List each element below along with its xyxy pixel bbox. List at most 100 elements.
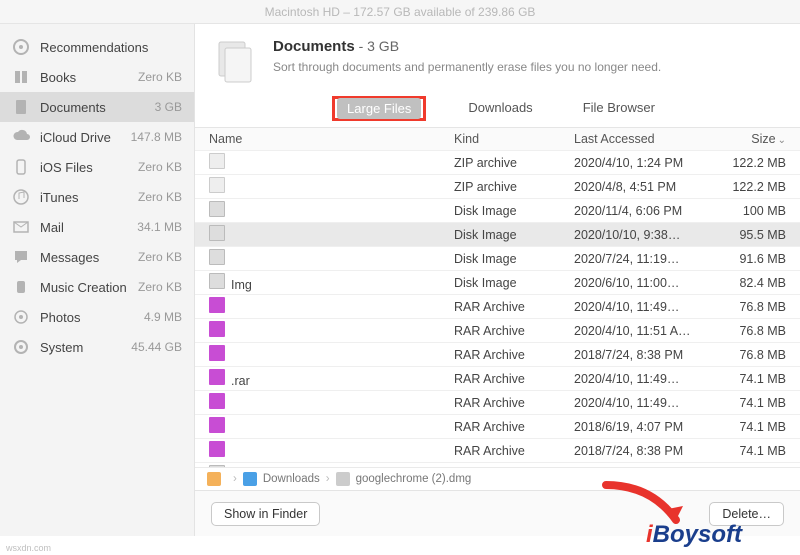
table-row[interactable]: ZIP archive2020/4/10, 1:24 PM122.2 MB [195,151,800,175]
table-row[interactable]: RAR Archive2018/6/19, 4:07 PM74.1 MB [195,415,800,439]
file-date: 2020/4/10, 11:51 A… [574,324,714,338]
table-row[interactable]: ImgDisk Image2020/6/10, 11:00…82.4 MB [195,271,800,295]
col-last-accessed[interactable]: Last Accessed [574,132,714,146]
sidebar-item-icloud-drive[interactable]: iCloud Drive147.8 MB [0,122,194,152]
file-table: Name Kind Last Accessed Size⌄ ZIP archiv… [195,127,800,467]
sidebar-item-documents[interactable]: Documents3 GB [0,92,194,122]
header-description: Sort through documents and permanently e… [273,60,661,74]
file-kind: Disk Image [454,276,574,290]
file-size: 74.1 MB [714,420,792,434]
file-kind: Disk Image [454,228,574,242]
sidebar-item-music-creation[interactable]: Music CreationZero KB [0,272,194,302]
dmg-file-icon [209,249,225,265]
documents-icon [213,38,259,84]
sidebar-item-photos[interactable]: Photos4.9 MB [0,302,194,332]
file-kind: RAR Archive [454,348,574,362]
table-row[interactable]: RAR Archive2018/7/24, 8:38 PM74.1 MB [195,439,800,463]
zip-file-icon [209,153,225,169]
system-icon [12,338,30,356]
file-size: 74.1 MB [714,396,792,410]
sidebar-item-label: Documents [40,100,155,115]
sidebar-item-size: Zero KB [138,70,182,84]
file-date: 2018/7/24, 8:38 PM [574,348,714,362]
table-row[interactable]: ZIP archive2020/4/8, 4:51 PM122.2 MB [195,175,800,199]
rar-file-icon [209,345,225,361]
sidebar-item-itunes[interactable]: iTunesZero KB [0,182,194,212]
watermark: wsxdn.com [6,543,51,553]
show-in-finder-button[interactable]: Show in Finder [211,502,320,526]
sidebar-item-label: Messages [40,250,138,265]
sidebar-item-messages[interactable]: MessagesZero KB [0,242,194,272]
file-size: 122.2 MB [714,180,792,194]
home-icon[interactable] [207,472,221,486]
rar-file-icon [209,369,225,385]
dmg-file-icon [209,273,225,289]
file-size: 76.8 MB [714,324,792,338]
tab-large-files[interactable]: Large Files [337,98,421,119]
rar-file-icon [209,441,225,457]
tab-downloads[interactable]: Downloads [460,96,540,121]
file-size: 122.2 MB [714,156,792,170]
file-date: 2020/11/4, 6:06 PM [574,204,714,218]
chevron-right-icon: › [233,473,237,485]
sidebar-item-recommendations[interactable]: Recommendations [0,32,194,62]
file-date: 2020/4/8, 4:51 PM [574,180,714,194]
sidebar-item-size: Zero KB [138,160,182,174]
table-row[interactable]: RAR Archive2020/4/10, 11:51 A…76.8 MB [195,319,800,343]
sidebar-item-mail[interactable]: Mail34.1 MB [0,212,194,242]
iboysoft-logo: iBoysoft [646,521,742,549]
dmg-file-icon [209,201,225,217]
dmg-file-icon [209,225,225,241]
table-row[interactable]: Disk Image2020/11/4, 6:06 PM100 MB [195,199,800,223]
file-size: 82.4 MB [714,276,792,290]
sidebar-item-size: 45.44 GB [131,340,182,354]
chevron-down-icon: ⌄ [778,135,786,146]
recommendations-icon [12,38,30,56]
file-kind: RAR Archive [454,324,574,338]
table-row[interactable]: RAR Archive2020/4/10, 11:49…74.1 MB [195,391,800,415]
table-row[interactable]: .rarRAR Archive2020/4/10, 11:49…74.1 MB [195,367,800,391]
path-folder[interactable]: Downloads [263,473,320,485]
sidebar-item-size: 147.8 MB [131,130,182,144]
col-kind[interactable]: Kind [454,132,574,146]
photos-icon [12,308,30,326]
file-kind: RAR Archive [454,396,574,410]
file-kind: Disk Image [454,252,574,266]
sidebar-item-size: 3 GB [155,100,182,114]
table-header: Name Kind Last Accessed Size⌄ [195,127,800,151]
zip-file-icon [209,177,225,193]
folder-icon[interactable] [243,472,257,486]
sidebar-item-size: Zero KB [138,250,182,264]
col-size[interactable]: Size⌄ [714,132,792,146]
messages-icon [12,248,30,266]
file-kind: ZIP archive [454,156,574,170]
file-date: 2020/10/10, 9:38… [574,228,714,242]
tabs: Large Files Downloads File Browser [195,94,800,127]
sidebar-item-system[interactable]: System45.44 GB [0,332,194,362]
path-file[interactable]: googlechrome (2).dmg [356,473,472,485]
sidebar-item-ios-files[interactable]: iOS FilesZero KB [0,152,194,182]
header-title: Documents [273,38,355,55]
table-row[interactable]: RAR Archive2018/7/24, 8:38 PM76.8 MB [195,343,800,367]
tab-large-files-highlight: Large Files [332,96,426,121]
file-date: 2020/4/10, 1:24 PM [574,156,714,170]
sidebar-item-label: Photos [40,310,144,325]
sidebar-item-label: iTunes [40,190,138,205]
table-row[interactable]: Disk Image2020/7/24, 11:19…91.6 MB [195,247,800,271]
sidebar-item-label: Music Creation [40,280,138,295]
sidebar-item-books[interactable]: BooksZero KB [0,62,194,92]
sidebar-item-label: iCloud Drive [40,130,131,145]
file-size: 91.6 MB [714,252,792,266]
icloud-drive-icon [12,128,30,146]
table-row[interactable]: Disk Image2020/10/10, 9:38…95.5 MB [195,223,800,247]
tab-file-browser[interactable]: File Browser [575,96,663,121]
header-size: - 3 GB [355,38,399,54]
mail-icon [12,218,30,236]
table-row[interactable]: RAR Archive2020/4/10, 11:49…76.8 MB [195,295,800,319]
col-name[interactable]: Name [203,132,454,146]
rar-file-icon [209,321,225,337]
documents-icon [12,98,30,116]
rar-file-icon [209,417,225,433]
dmg-icon[interactable] [336,472,350,486]
file-date: 2020/4/10, 11:49… [574,396,714,410]
